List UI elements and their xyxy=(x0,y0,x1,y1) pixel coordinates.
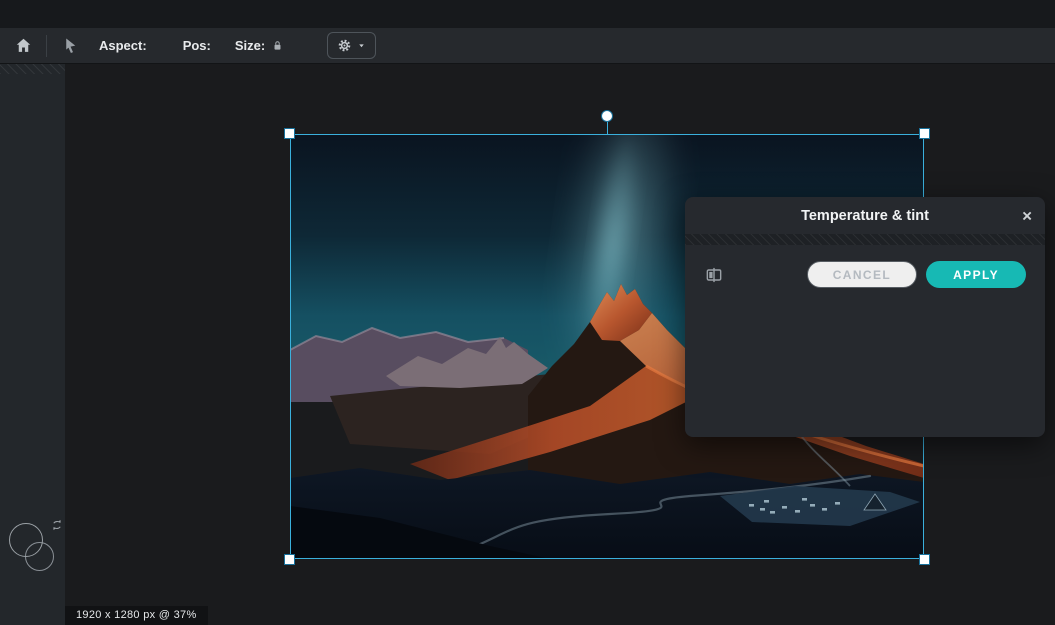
swap-colors-icon[interactable] xyxy=(50,518,64,532)
caret-down-icon xyxy=(357,41,366,50)
resize-handle-bottom-left[interactable] xyxy=(285,555,294,564)
status-bar: 1920 x 1280 px @ 37% xyxy=(65,606,208,625)
aspect-label: Aspect: xyxy=(99,38,147,53)
dialog-hatch-decoration xyxy=(685,234,1045,245)
home-button[interactable] xyxy=(8,32,38,60)
tool-options-bar: Aspect: Pos: Size: xyxy=(0,28,1055,64)
close-icon[interactable]: × xyxy=(1022,207,1032,224)
tool-sidebar xyxy=(0,64,65,625)
rotation-handle-stem xyxy=(607,120,608,134)
resize-handle-top-left[interactable] xyxy=(285,129,294,138)
resize-handle-top-right[interactable] xyxy=(920,129,929,138)
compare-before-after-icon[interactable] xyxy=(704,265,724,285)
toolbar-divider xyxy=(46,35,47,57)
pos-label: Pos: xyxy=(183,38,211,53)
canvas-area[interactable]: Temperature & tint × CANCEL APPLY 1920 x… xyxy=(65,64,1055,625)
settings-button[interactable] xyxy=(327,32,376,59)
dialog-title: Temperature & tint xyxy=(801,208,929,224)
photo-editor-app: Aspect: Pos: Size: xyxy=(0,0,1055,625)
foreground-color-swatch[interactable] xyxy=(9,523,43,557)
color-swatches xyxy=(9,523,61,581)
temperature-tint-dialog: Temperature & tint × CANCEL APPLY xyxy=(685,197,1045,437)
apply-button[interactable]: APPLY xyxy=(926,261,1026,288)
pointer-icon xyxy=(55,32,85,60)
sidebar-hatch-decoration xyxy=(0,64,65,74)
cancel-button[interactable]: CANCEL xyxy=(807,261,917,288)
gear-icon xyxy=(337,38,352,53)
resize-handle-bottom-right[interactable] xyxy=(920,555,929,564)
rotation-handle[interactable] xyxy=(602,111,612,121)
aspect-lock-icon[interactable] xyxy=(271,39,284,52)
menubar xyxy=(0,0,1055,28)
size-label: Size: xyxy=(235,38,265,53)
